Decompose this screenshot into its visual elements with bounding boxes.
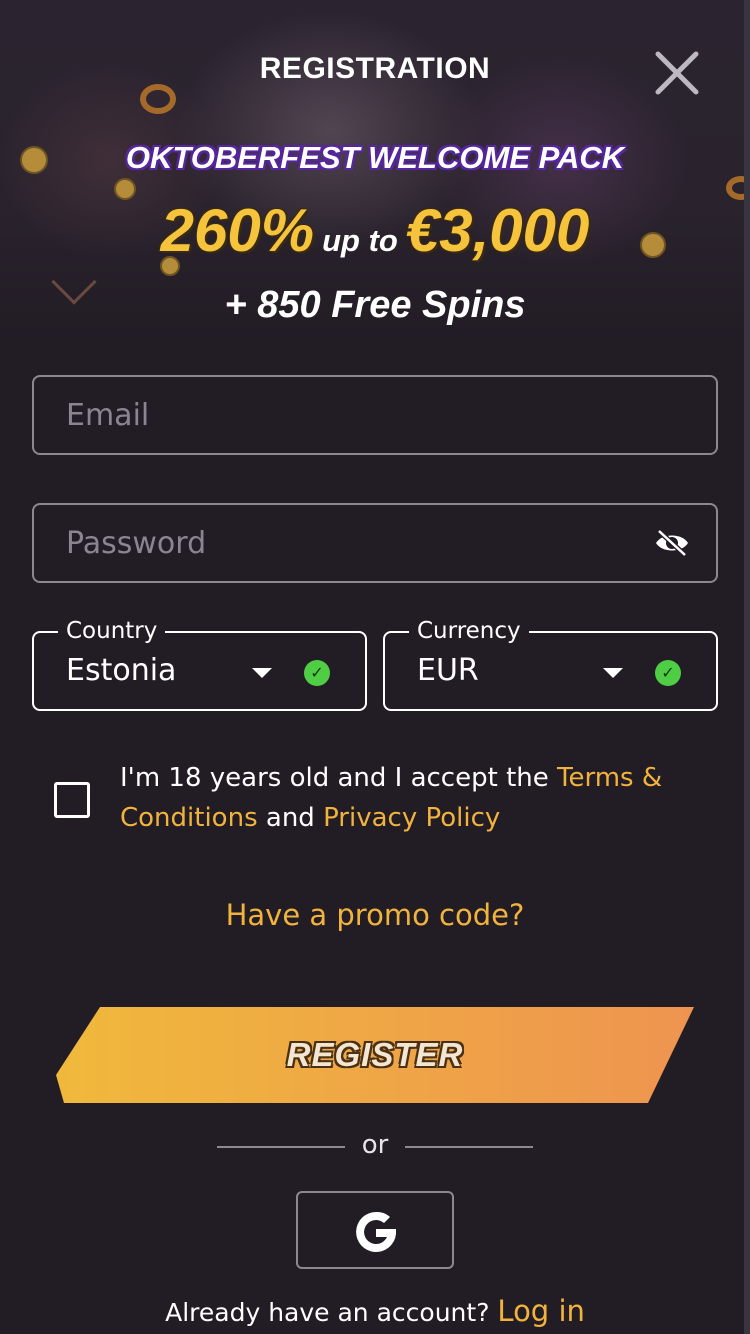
privacy-policy-link[interactable]: Privacy Policy (323, 803, 500, 833)
password-input[interactable] (34, 505, 716, 581)
close-icon (655, 51, 699, 95)
or-label: or (361, 1130, 389, 1160)
consent-text: I'm 18 years old and I accept the Terms … (120, 758, 710, 838)
email-input[interactable] (34, 377, 716, 453)
currency-select[interactable]: Currency EUR ✓ (383, 616, 718, 711)
register-button[interactable]: REGISTER (56, 1007, 694, 1103)
login-link[interactable]: Log in (497, 1294, 584, 1328)
email-field (32, 375, 718, 455)
country-value: Estonia (66, 653, 177, 688)
consent-and: and (257, 803, 324, 833)
promo-code-link[interactable]: Have a promo code? (0, 898, 750, 932)
currency-value: EUR (417, 653, 479, 688)
age-terms-checkbox[interactable] (54, 782, 90, 818)
promo-amount: €3,000 (405, 197, 590, 264)
promo-subtitle: OKTOBERFEST WELCOME PACK (125, 140, 625, 175)
caret-down-icon (603, 668, 623, 678)
password-field (32, 503, 718, 583)
register-label: REGISTER (286, 1036, 464, 1073)
google-signin-button[interactable] (296, 1191, 454, 1269)
close-button[interactable] (650, 46, 704, 100)
or-divider: or (0, 1130, 750, 1164)
eye-slash-icon (656, 529, 688, 557)
country-select[interactable]: Country Estonia ✓ (32, 616, 367, 711)
scrollbar[interactable] (744, 0, 750, 1334)
consent-prefix: I'm 18 years old and I accept the (120, 763, 557, 793)
promo-free-spins: + 850 Free Spins (224, 284, 526, 326)
check-circle-icon: ✓ (655, 660, 681, 686)
pretzel-decoration (140, 84, 176, 114)
promo-percent: 260% (160, 197, 315, 264)
promo-up-to: up to (322, 223, 398, 258)
password-visibility-toggle[interactable] (654, 528, 690, 558)
google-icon (356, 1211, 396, 1252)
currency-label: Currency (409, 616, 529, 646)
login-prompt-text: Already have an account? (165, 1298, 490, 1327)
promo-headline: 260% up to €3,000 (0, 196, 750, 265)
caret-down-icon (252, 668, 272, 678)
login-prompt: Already have an account? Log in (0, 1294, 750, 1328)
registration-page: REGISTRATION OKTOBERFEST WELCOME PACK 26… (0, 0, 750, 1334)
page-title: REGISTRATION (259, 52, 491, 85)
country-label: Country (58, 616, 166, 646)
check-circle-icon: ✓ (304, 660, 330, 686)
